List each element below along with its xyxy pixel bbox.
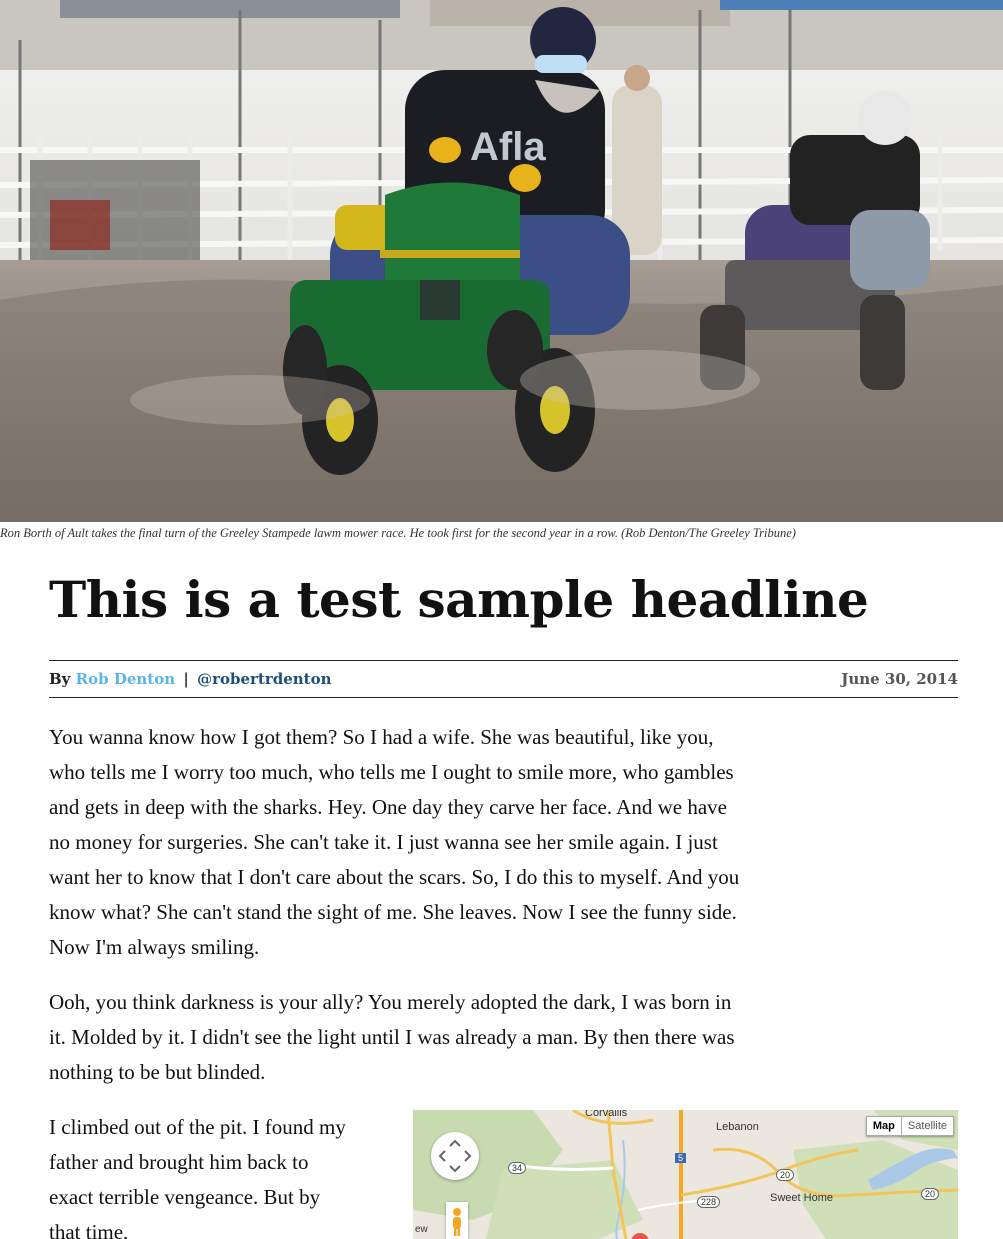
map-place-label: Lebanon	[716, 1121, 759, 1133]
pegman-icon[interactable]	[446, 1202, 468, 1239]
map-place-label: ew	[415, 1224, 428, 1235]
lawn-mower-race-photo: Afla	[0, 0, 1003, 522]
map-type-satellite-button[interactable]: Satellite	[901, 1116, 954, 1136]
publish-date: June 30, 2014	[841, 670, 958, 688]
author-link[interactable]: Rob Denton	[76, 670, 175, 688]
map-place-label: Corvallis	[585, 1110, 628, 1119]
article-paragraph: I climbed out of the pit. I found my fat…	[49, 1115, 346, 1239]
twitter-handle-link[interactable]: @robertrdenton	[197, 670, 331, 688]
byline-separator: |	[183, 670, 189, 688]
byline: By Rob Denton | @robertrdenton	[49, 670, 332, 688]
embedded-map[interactable]: Corvallis Lebanon Sweet Home ew 34 5 20 …	[413, 1110, 958, 1239]
article-paragraph: You wanna know how I got them? So I had …	[49, 725, 740, 959]
route-shield: 228	[697, 1196, 721, 1208]
map-type-control: Map Satellite	[865, 1116, 954, 1136]
byline-bar: By Rob Denton | @robertrdenton June 30, …	[49, 660, 958, 698]
pan-control-icon[interactable]	[431, 1132, 479, 1180]
map-type-map-button[interactable]: Map	[865, 1116, 902, 1136]
svg-text:Afla: Afla	[470, 125, 546, 169]
hero-photo: Afla	[0, 0, 1003, 522]
route-shield: 20	[921, 1188, 940, 1200]
article-paragraph: Ooh, you think darkness is your ally? Yo…	[49, 990, 735, 1084]
interstate-shield: 5	[675, 1153, 687, 1163]
byline-prefix: By	[49, 670, 71, 688]
map-place-label: Sweet Home	[770, 1192, 833, 1204]
article-headline: This is a test sample headline	[49, 570, 869, 629]
photo-caption: Ron Borth of Ault takes the final turn o…	[0, 526, 796, 540]
route-shield: 34	[508, 1162, 527, 1174]
route-shield: 20	[776, 1169, 795, 1181]
